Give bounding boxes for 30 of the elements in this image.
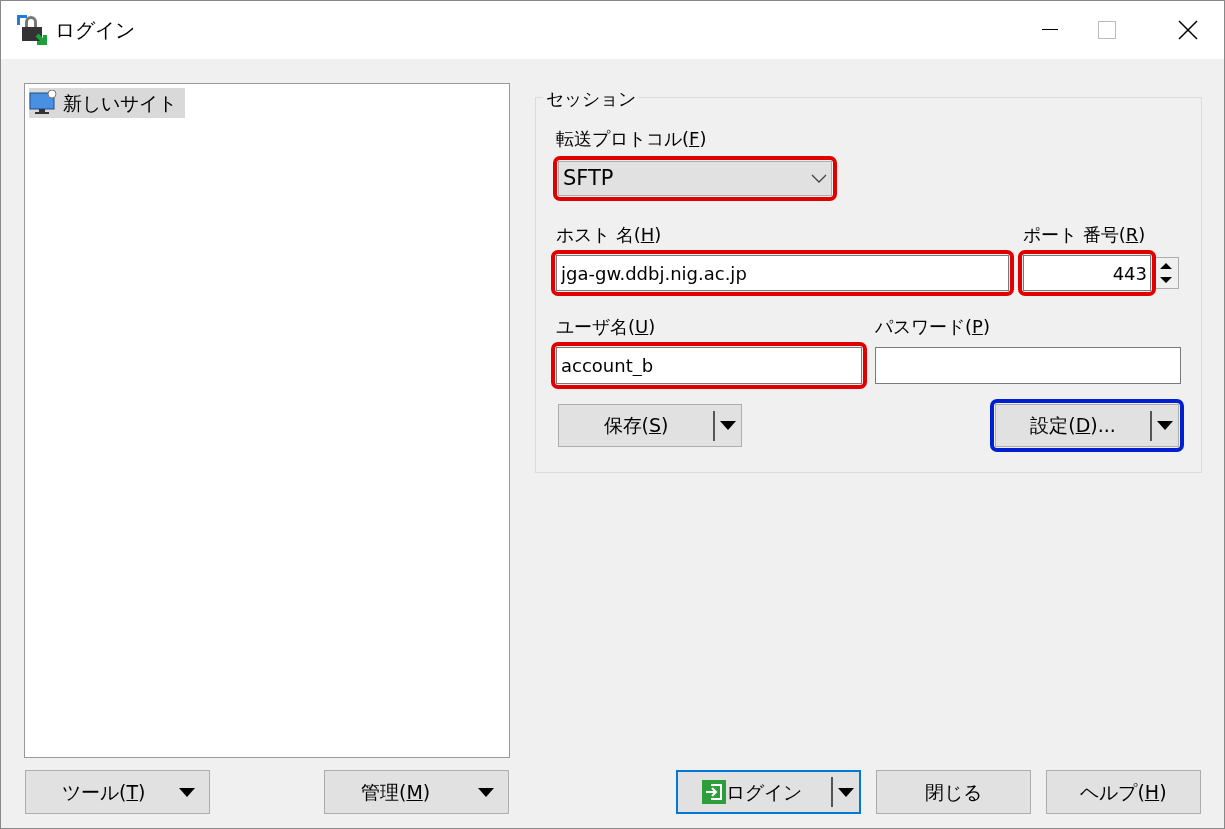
save-button[interactable]: 保存(S): [558, 404, 742, 447]
field-label: 転送プロトコル(F): [556, 127, 708, 151]
login-icon: [702, 780, 726, 804]
computer-icon: [29, 90, 57, 116]
field-label: ホスト 名(H): [556, 223, 663, 247]
username-input[interactable]: account_b: [556, 347, 862, 384]
dropdown-arrow-icon: [1157, 421, 1173, 430]
window-title: ログイン: [55, 17, 135, 44]
host-input[interactable]: jga-gw.ddbj.nig.ac.jp: [556, 255, 1009, 291]
field-label: ポート 番号(R): [1023, 223, 1147, 247]
dropdown-arrow-icon: [838, 787, 854, 797]
dropdown-button[interactable]: 管理(M): [324, 770, 509, 814]
dropdown-arrow-icon: [179, 787, 195, 797]
field-label: ユーザ名(U): [556, 315, 657, 339]
close-button[interactable]: 閉じる: [876, 770, 1031, 814]
dropdown-arrow-icon: [478, 787, 494, 797]
padlock-icon: [15, 13, 49, 47]
chevron-down-icon: [811, 174, 827, 183]
tree-item[interactable]: 新しいサイト: [29, 88, 185, 118]
password-input[interactable]: [875, 347, 1181, 384]
login-button[interactable]: ログイン: [676, 770, 861, 814]
dropdown-arrow-icon: [720, 421, 736, 430]
settings-button[interactable]: 設定(D)...: [995, 404, 1179, 447]
protocol-dropdown[interactable]: SFTP: [558, 161, 832, 196]
dropdown-button[interactable]: ツール(T): [25, 770, 210, 814]
field-label: パスワード(P): [875, 315, 991, 339]
port-input[interactable]: 443: [1023, 255, 1151, 291]
close-icon[interactable]: [1178, 20, 1198, 40]
minimize-icon[interactable]: [1042, 29, 1058, 31]
help-button[interactable]: ヘルプ(H): [1046, 770, 1201, 814]
